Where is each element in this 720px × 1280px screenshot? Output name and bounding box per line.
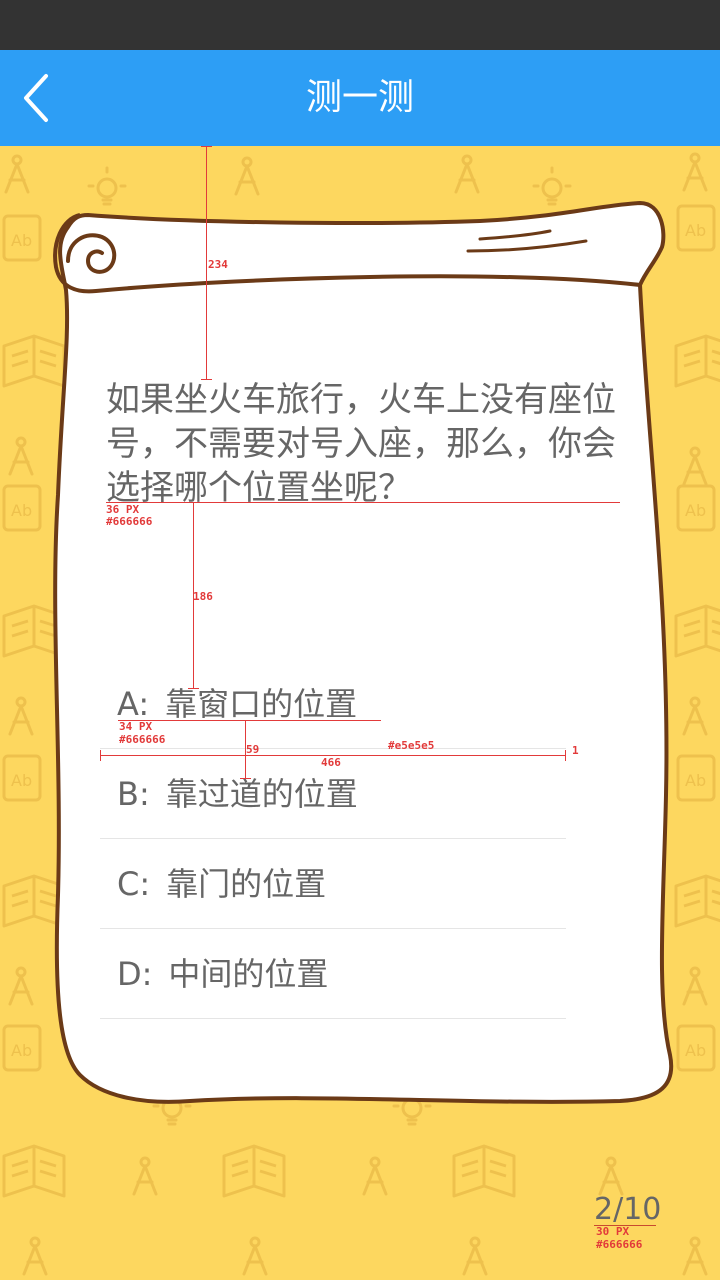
progress-underline — [594, 1225, 656, 1226]
option-letter: B: — [117, 775, 150, 813]
status-bar — [0, 0, 720, 50]
progress-separator: / — [613, 1192, 624, 1227]
question-text: 如果坐火车旅行，火车上没有座位号，不需要对号入座，那么，你会选择哪个位置坐呢？ — [106, 380, 616, 508]
option-label: 靠过道的位置 — [165, 775, 358, 813]
back-button[interactable] — [14, 68, 74, 128]
option-label: 中间的位置 — [168, 955, 329, 993]
option-label: 靠窗口的位置 — [165, 685, 358, 723]
page-title: 测一测 — [305, 77, 414, 118]
chevron-left-icon — [24, 74, 48, 122]
option-d[interactable]: D: 中间的位置 — [100, 929, 566, 1019]
nav-bar: 测一测 — [0, 50, 720, 146]
progress-indicator: 2/10 — [594, 1192, 661, 1227]
progress-total: 10 — [623, 1192, 662, 1227]
option-letter: C: — [117, 865, 151, 903]
option-letter: D: — [117, 955, 153, 993]
option-letter: A: — [117, 685, 150, 723]
progress-current: 2 — [594, 1192, 614, 1227]
option-a[interactable]: A: 靠窗口的位置 — [100, 659, 566, 749]
option-b[interactable]: B: 靠过道的位置 — [100, 749, 566, 839]
option-label: 靠门的位置 — [166, 865, 327, 903]
option-c[interactable]: C: 靠门的位置 — [100, 839, 566, 929]
